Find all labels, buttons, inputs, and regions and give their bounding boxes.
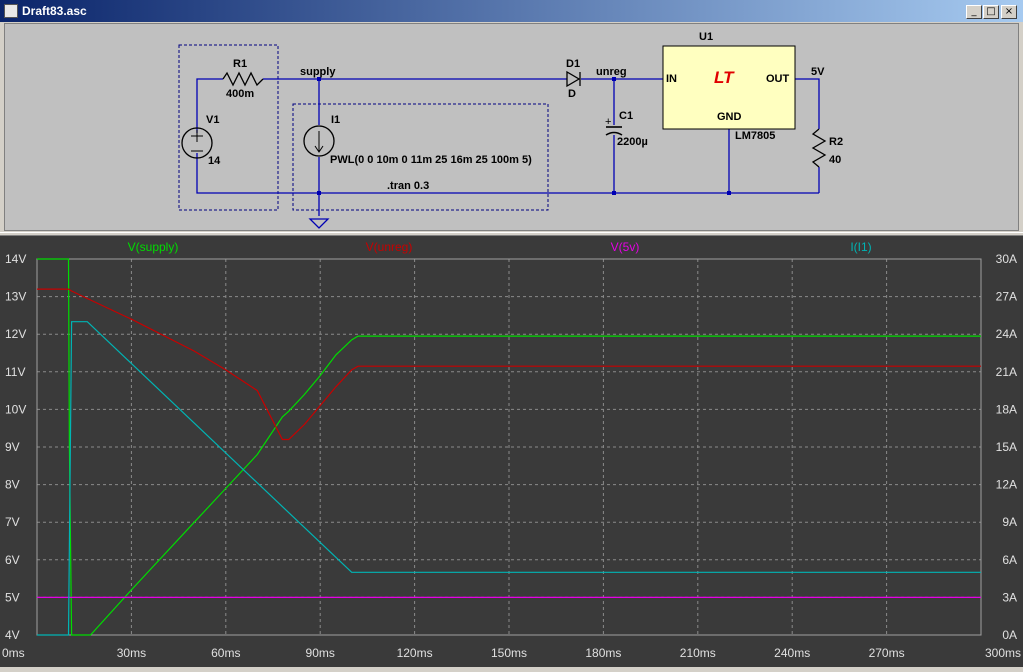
trace-label[interactable]: V(supply) <box>128 240 179 254</box>
i1-name: I1 <box>331 114 341 126</box>
u1-pin-out: OUT <box>766 73 790 85</box>
x-tick-label: 90ms <box>306 646 335 660</box>
y-left-tick-label: 14V <box>5 252 26 266</box>
y-right-tick-label: 27A <box>996 290 1017 304</box>
lt-logo-icon: LT <box>714 68 734 87</box>
i1-value: PWL(0 0 10m 0 11m 25 16m 25 100m 5) <box>330 154 532 166</box>
c1-value: 2200µ <box>617 136 648 148</box>
x-tick-label: 150ms <box>491 646 527 660</box>
c1-plus-sign: + <box>605 116 612 128</box>
net-label-5v: 5V <box>811 66 825 78</box>
y-left-tick-label: 6V <box>5 553 20 567</box>
d1-name: D1 <box>566 58 581 70</box>
y-left-tick-label: 9V <box>5 440 20 454</box>
net-label-unreg: unreg <box>596 66 627 78</box>
y-right-tick-label: 30A <box>996 252 1017 266</box>
r1-value: 400m <box>226 88 255 100</box>
u1-pin-gnd: GND <box>717 111 742 123</box>
r2-value: 40 <box>829 154 842 166</box>
y-left-tick-label: 8V <box>5 478 20 492</box>
c1-name: C1 <box>619 110 634 122</box>
d1-value: D <box>568 88 576 100</box>
x-tick-label: 120ms <box>397 646 433 660</box>
x-tick-label: 60ms <box>211 646 240 660</box>
maximize-button[interactable]: □ <box>983 5 999 19</box>
waveform-chart[interactable]: 14V 13V 12V 11V 10V 9V 8V 7V 6V 5V 4V 30A 27A 24A 21A 1… <box>0 236 1023 667</box>
schematic-pane[interactable]: R1 400m supply V1 14 I1 PWL(0 0 10m 0 11… <box>4 23 1019 231</box>
title-bar: Draft83.asc _ □ × <box>0 0 1023 22</box>
y-left-tick-label: 5V <box>5 590 20 604</box>
v1-name: V1 <box>206 114 220 126</box>
x-tick-label: 30ms <box>117 646 146 660</box>
v1-value: 14 <box>208 155 221 167</box>
r1-name: R1 <box>233 58 248 70</box>
trace-label[interactable]: V(unreg) <box>366 240 413 254</box>
trace-label[interactable]: V(5v) <box>611 240 640 254</box>
y-right-tick-label: 6A <box>1002 553 1017 567</box>
y-left-tick-label: 13V <box>5 290 26 304</box>
net-label-supply: supply <box>300 66 336 78</box>
x-tick-label: 300ms <box>985 646 1021 660</box>
r2-name: R2 <box>829 136 844 148</box>
u1-pin-in: IN <box>666 73 677 85</box>
close-button[interactable]: × <box>1001 5 1017 19</box>
y-right-tick-label: 3A <box>1002 590 1017 604</box>
waveform-pane[interactable]: 14V 13V 12V 11V 10V 9V 8V 7V 6V 5V 4V 30A 27A 24A 21A 1… <box>0 236 1023 667</box>
x-tick-label: 0ms <box>2 646 25 660</box>
y-right-tick-label: 15A <box>996 440 1017 454</box>
x-tick-label: 210ms <box>680 646 716 660</box>
y-right-tick-label: 24A <box>996 327 1017 341</box>
y-right-tick-label: 0A <box>1002 628 1017 642</box>
u1-model: LM7805 <box>735 130 776 142</box>
x-tick-label: 240ms <box>774 646 810 660</box>
y-left-tick-label: 7V <box>5 515 20 529</box>
y-left-tick-label: 10V <box>5 402 26 416</box>
x-tick-label: 180ms <box>585 646 621 660</box>
trace-label[interactable]: I(I1) <box>850 240 871 254</box>
y-right-tick-label: 18A <box>996 402 1017 416</box>
y-right-tick-label: 12A <box>996 478 1017 492</box>
y-right-tick-label: 21A <box>996 365 1017 379</box>
window-title: Draft83.asc <box>22 4 87 18</box>
app-icon <box>4 4 18 18</box>
y-left-tick-label: 11V <box>5 365 25 379</box>
y-left-tick-label: 4V <box>5 628 20 642</box>
tran-directive[interactable]: .tran 0.3 <box>387 180 429 192</box>
y-left-tick-label: 12V <box>5 327 26 341</box>
minimize-button[interactable]: _ <box>966 5 982 19</box>
x-tick-label: 270ms <box>869 646 905 660</box>
u1-name: U1 <box>699 31 714 43</box>
y-right-tick-label: 9A <box>1002 515 1017 529</box>
